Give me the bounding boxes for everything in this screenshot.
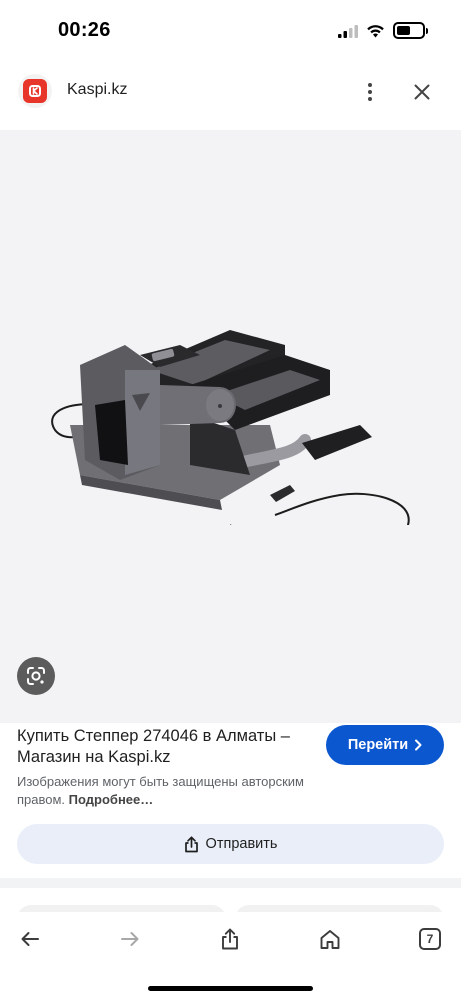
- result-title[interactable]: Купить Степпер 274046 в Алматы – Магазин…: [17, 726, 307, 768]
- back-button[interactable]: [10, 924, 50, 954]
- status-time: 00:26: [58, 19, 111, 41]
- close-button[interactable]: [406, 76, 438, 108]
- status-bar: 00:26: [0, 0, 461, 62]
- learn-more-link[interactable]: Подробнее…: [69, 792, 154, 807]
- product-image: [51, 330, 410, 525]
- tabs-button[interactable]: 7: [410, 924, 450, 954]
- toolbar-share-button[interactable]: [210, 924, 250, 954]
- google-lens-button[interactable]: [17, 657, 55, 695]
- kaspi-logo-icon[interactable]: [18, 74, 52, 108]
- arrow-left-icon: [21, 932, 39, 946]
- home-icon: [320, 929, 340, 949]
- wifi-icon: [367, 24, 384, 37]
- home-button[interactable]: [310, 924, 350, 954]
- more-vertical-icon: [368, 83, 372, 101]
- arrow-right-icon: [121, 932, 139, 946]
- tabs-count-badge: 7: [419, 928, 441, 950]
- share-icon: [222, 928, 238, 950]
- battery-icon: [393, 22, 428, 39]
- copyright-notice: Изображения могут быть защищены авторски…: [17, 773, 337, 809]
- close-icon: [414, 84, 430, 100]
- forward-button[interactable]: [110, 924, 150, 954]
- battery-level: [397, 26, 411, 35]
- section-divider: [0, 878, 461, 888]
- site-name[interactable]: Kaspi.kz: [67, 81, 127, 99]
- share-icon: [184, 835, 198, 852]
- home-indicator: [148, 986, 313, 991]
- status-icons: [338, 22, 428, 39]
- visit-button[interactable]: Перейти: [326, 725, 444, 765]
- image-preview[interactable]: [0, 130, 461, 723]
- chevron-right-icon: [415, 739, 422, 751]
- kaspi-logo-glyph: [29, 85, 41, 97]
- kaspi-logo-mark: [23, 79, 47, 103]
- page-header: Kaspi.kz: [0, 62, 461, 122]
- copyright-notice-text: Изображения могут быть защищены авторски…: [17, 774, 304, 807]
- visit-button-label: Перейти: [347, 737, 409, 753]
- share-button[interactable]: Отправить: [17, 824, 444, 864]
- cellular-signal-icon: [338, 24, 358, 38]
- more-options-button[interactable]: [354, 76, 386, 108]
- share-button-label: Отправить: [205, 836, 278, 852]
- google-lens-icon: [27, 667, 45, 685]
